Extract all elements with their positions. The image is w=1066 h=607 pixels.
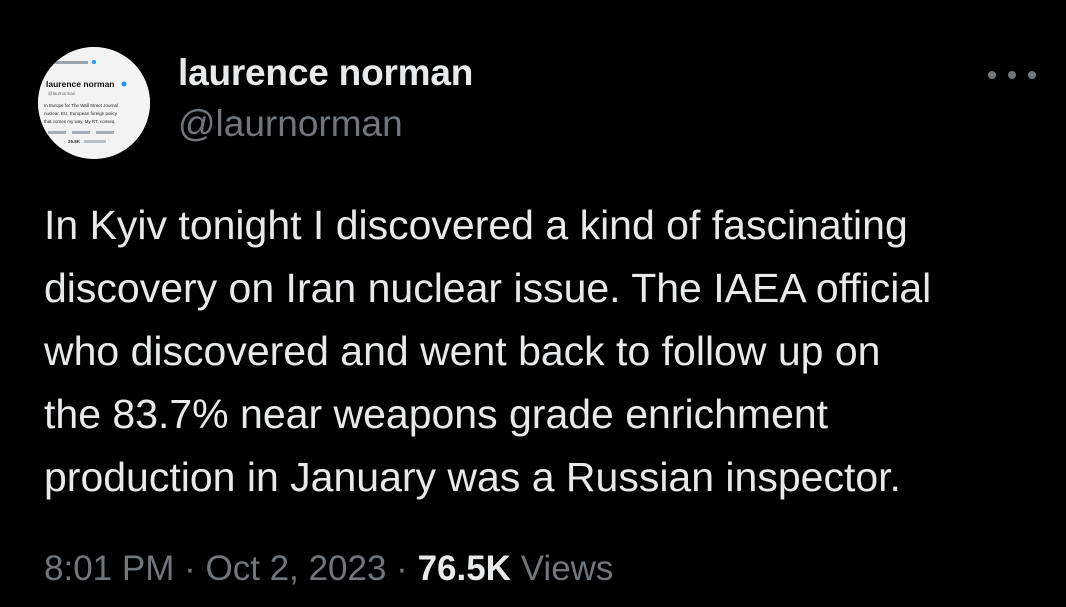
author-handle[interactable]: @laurnorman [178, 103, 403, 145]
avatar-bio-line-3: that comes my way. My RT, conseq [44, 119, 115, 124]
tweet-time[interactable]: 8:01 PM [44, 549, 174, 588]
avatar[interactable]: laurence norman @laurnorman In Europe fo… [38, 47, 150, 159]
tweet-text-line: production in January was a Russian insp… [44, 454, 901, 500]
tweet-text-line: In Kyiv tonight I discovered a kind of f… [44, 202, 908, 248]
tweet-meta: 8:01 PM · Oct 2, 2023 · 76.5K Views [44, 549, 613, 589]
avatar-bio-line-1: In Europe for The Wall Street Journal [44, 103, 118, 108]
more-dot [1008, 71, 1016, 79]
tweet-text-line: the 83.7% near weapons grade enrichment [44, 391, 829, 437]
meta-separator: · [396, 549, 408, 588]
more-dot [1028, 71, 1036, 79]
tweet-text-line: who discovered and went back to follow u… [44, 328, 881, 374]
more-horizontal-icon[interactable] [988, 60, 1036, 90]
tweet-text-line: discovery on Iran nuclear issue. The IAE… [44, 265, 932, 311]
tweet-date[interactable]: Oct 2, 2023 [205, 549, 386, 588]
tweet-text: In Kyiv tonight I discovered a kind of f… [44, 194, 1044, 509]
avatar-followers-text: 26.8K [68, 139, 81, 144]
tweet-card: laurence norman @laurnorman In Europe fo… [0, 0, 1066, 607]
views-label: Views [520, 549, 614, 588]
avatar-bio-line-2: nuclear, EU, European foreign policy [44, 111, 118, 116]
more-dot [988, 71, 996, 79]
avatar-handle-text: @laurnorman [48, 91, 76, 96]
meta-separator: · [184, 549, 196, 588]
author-display-name[interactable]: laurence norman [178, 52, 473, 94]
avatar-name-text: laurence norman [46, 79, 115, 89]
avatar-image: laurence norman @laurnorman In Europe fo… [38, 47, 150, 159]
views-count[interactable]: 76.5K [418, 549, 511, 588]
